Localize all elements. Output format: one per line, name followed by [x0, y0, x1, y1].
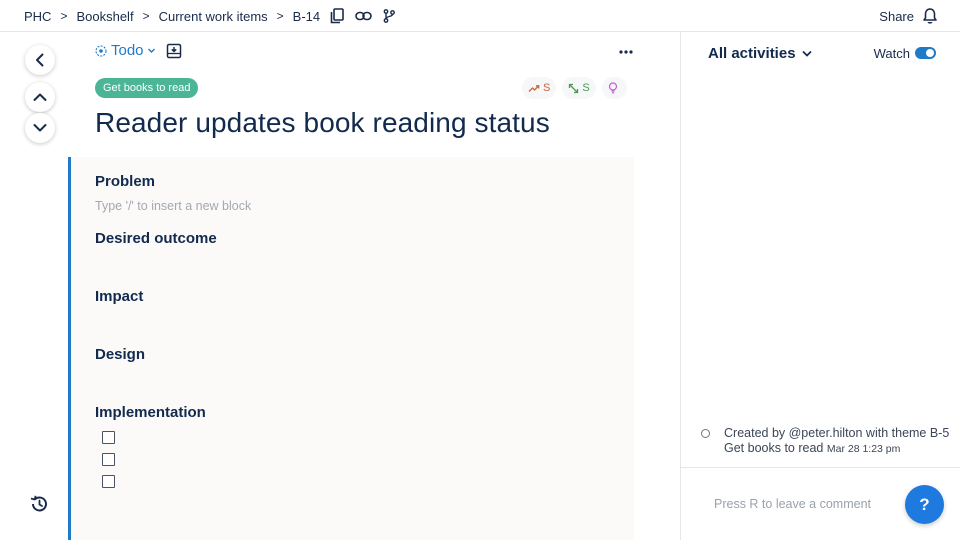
chevron-up-icon — [33, 93, 47, 101]
help-button[interactable]: ? — [905, 485, 944, 524]
expand-icon — [569, 83, 579, 93]
section-heading-impact[interactable]: Impact — [95, 288, 143, 305]
block-placeholder[interactable]: Type '/' to insert a new block — [95, 199, 251, 213]
watch-label: Watch — [873, 46, 910, 61]
value-estimate-label: S — [543, 82, 551, 94]
size-estimate-label: S — [582, 82, 590, 94]
share-button[interactable]: Share — [879, 9, 914, 24]
checklist-checkbox[interactable] — [102, 453, 115, 466]
chevron-down-icon — [33, 124, 47, 132]
section-heading-implementation[interactable]: Implementation — [95, 404, 206, 421]
status-todo-icon — [95, 44, 107, 57]
checklist-checkbox[interactable] — [102, 431, 115, 444]
breadcrumb-item-current-work-items[interactable]: Current work items — [159, 9, 268, 24]
lightbulb-icon — [608, 82, 617, 94]
next-item-button[interactable] — [25, 113, 55, 143]
breadcrumb-separator: > — [276, 9, 284, 23]
section-heading-problem[interactable]: Problem — [95, 173, 155, 190]
breadcrumb-item-phc[interactable]: PHC — [24, 9, 51, 24]
more-options-icon[interactable] — [617, 45, 635, 59]
section-heading-design[interactable]: Design — [95, 346, 145, 363]
branch-icon[interactable] — [380, 7, 398, 25]
trend-up-icon — [528, 84, 540, 92]
status-label: Todo — [111, 42, 144, 59]
comment-input[interactable]: Press R to leave a comment — [714, 497, 871, 511]
chevron-left-icon — [36, 53, 44, 67]
breadcrumb-item-id[interactable]: B-14 — [293, 9, 320, 24]
previous-item-button[interactable] — [25, 82, 55, 112]
breadcrumb: PHC > Bookshelf > Current work items > B… — [24, 0, 398, 32]
activity-timestamp: Mar 28 1:23 pm — [826, 443, 901, 455]
item-editor[interactable]: Problem Type '/' to insert a new block D… — [68, 157, 634, 540]
page-title[interactable]: Reader updates book reading status — [95, 107, 550, 139]
chevron-down-icon — [147, 48, 155, 53]
link-icon[interactable] — [354, 7, 372, 25]
copy-icon[interactable] — [328, 7, 346, 25]
archive-icon[interactable] — [166, 43, 182, 59]
activity-filter-label: All activities — [708, 45, 796, 62]
idea-chip[interactable] — [601, 77, 627, 99]
comment-box[interactable]: Press R to leave a comment ? — [681, 467, 960, 540]
activity-panel: All activities Watch Created by @peter.h… — [680, 32, 960, 540]
toggle-knob — [926, 49, 934, 57]
chevron-down-icon — [801, 50, 812, 57]
breadcrumb-separator: > — [60, 9, 68, 23]
activity-filter-dropdown[interactable]: All activities — [708, 45, 812, 62]
activity-entry: Created by @peter.hilton with theme B-5 … — [724, 426, 954, 457]
estimate-chips: S S — [522, 77, 627, 99]
back-button[interactable] — [25, 45, 55, 75]
bell-icon[interactable] — [922, 7, 938, 25]
value-estimate-chip[interactable]: S — [522, 77, 557, 99]
status-dropdown[interactable]: Todo — [95, 42, 156, 59]
checklist-checkbox[interactable] — [102, 475, 115, 488]
breadcrumb-item-bookshelf[interactable]: Bookshelf — [76, 9, 133, 24]
breadcrumb-separator: > — [142, 9, 150, 23]
watch-toggle[interactable] — [915, 47, 936, 59]
top-bar: PHC > Bookshelf > Current work items > B… — [0, 0, 960, 32]
activity-marker-icon — [701, 429, 710, 438]
section-heading-desired-outcome[interactable]: Desired outcome — [95, 230, 217, 247]
history-icon[interactable] — [29, 494, 49, 514]
size-estimate-chip[interactable]: S — [562, 77, 596, 99]
theme-tag[interactable]: Get books to read — [95, 78, 199, 98]
